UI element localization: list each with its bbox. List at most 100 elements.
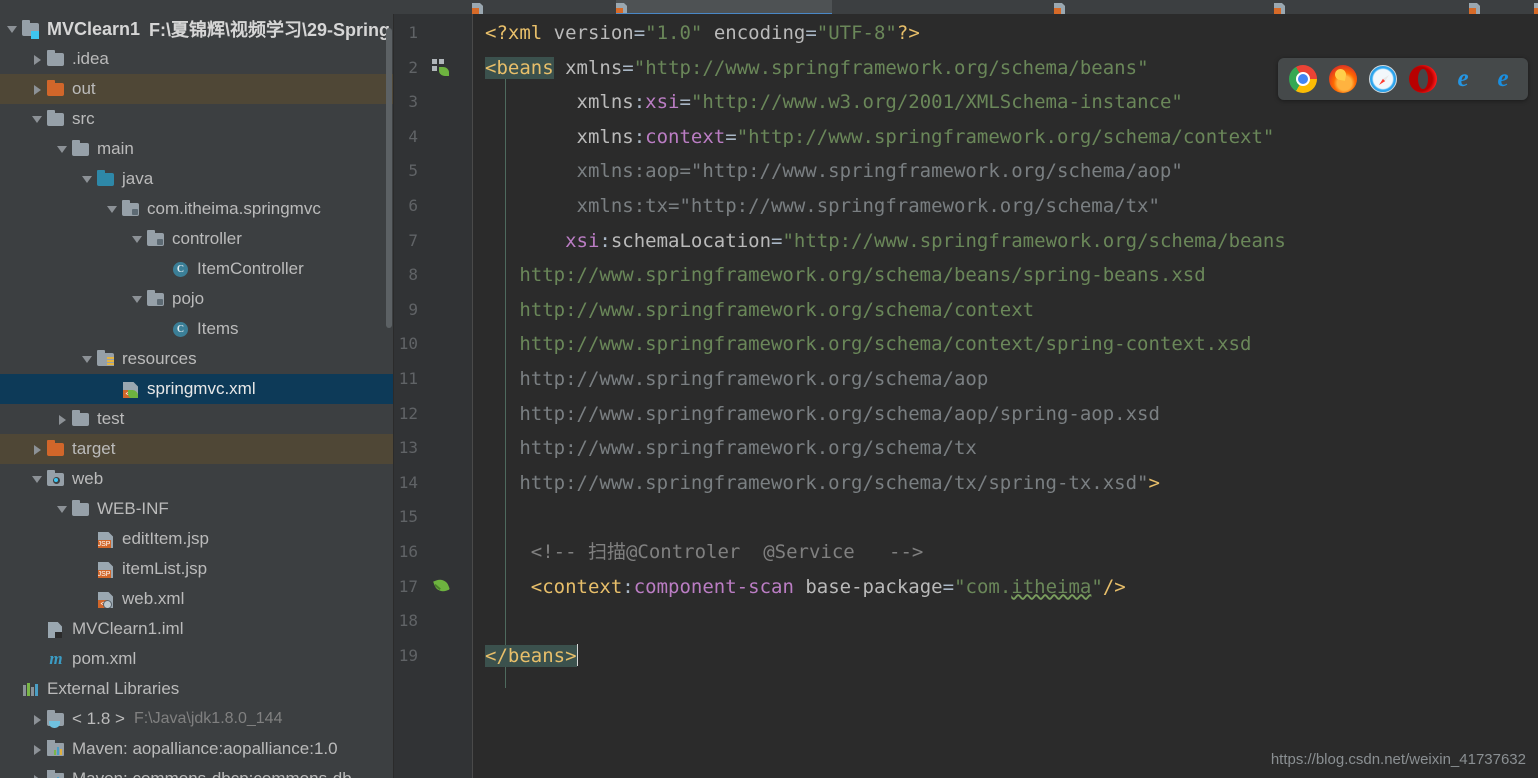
- code-token: "http://www.springframework.org/schema/b…: [782, 229, 1286, 252]
- firefox-icon: [1329, 65, 1357, 93]
- tree-item[interactable]: main: [0, 134, 393, 164]
- tree-item[interactable]: test: [0, 404, 393, 434]
- code-line[interactable]: </beans>: [473, 639, 1538, 674]
- tree-item-label: com.itheima.springmvc: [147, 199, 321, 218]
- java-class-icon: C: [172, 320, 190, 338]
- chevron-down-icon[interactable]: [81, 164, 95, 194]
- code-line[interactable]: xmlns:context="http://www.springframewor…: [473, 120, 1538, 155]
- project-tree[interactable]: MVClearn1 F:\夏锦辉\视频学习\29-Spring .idea out sr…: [0, 14, 393, 778]
- folder-icon: [47, 50, 65, 68]
- chevron-down-icon[interactable]: [131, 284, 145, 314]
- tree-item[interactable]: External Libraries: [0, 674, 393, 704]
- tree-item[interactable]: src: [0, 104, 393, 134]
- browser-launcher-bar[interactable]: ee: [1278, 58, 1528, 100]
- code-token: xsi: [565, 229, 600, 252]
- code-line[interactable]: <context:component-scan base-package="co…: [473, 570, 1538, 605]
- project-tool-window[interactable]: MVClearn1 F:\夏锦辉\视频学习\29-Spring .idea out sr…: [0, 14, 394, 778]
- tree-item[interactable]: web: [0, 464, 393, 494]
- tree-item[interactable]: target: [0, 434, 393, 464]
- chevron-down-icon[interactable]: [31, 464, 45, 494]
- editor-tab-strip[interactable]: [0, 0, 1538, 14]
- internet-explorer-icon: e: [1457, 65, 1469, 92]
- tree-item-label: Items: [197, 319, 239, 338]
- tree-item[interactable]: MVClearn1.iml: [0, 614, 393, 644]
- tree-item[interactable]: C Items: [0, 314, 393, 344]
- chevron-right-icon[interactable]: [56, 404, 70, 434]
- code-line[interactable]: [473, 500, 1538, 535]
- code-line[interactable]: xmlns:aop="http://www.springframework.or…: [473, 154, 1538, 189]
- chevron-down-icon[interactable]: [56, 494, 70, 524]
- chevron-right-icon[interactable]: [31, 44, 45, 74]
- editor-tab-1[interactable]: [616, 0, 832, 14]
- tree-item[interactable]: Maven: commons-dbcp:commons-db: [0, 764, 393, 778]
- chrome-browser-button[interactable]: [1286, 65, 1320, 93]
- editor-tab-0[interactable]: [472, 0, 512, 14]
- tree-item[interactable]: out: [0, 74, 393, 104]
- chevron-right-icon[interactable]: [31, 434, 45, 464]
- code-line[interactable]: http://www.springframework.org/schema/co…: [473, 327, 1538, 362]
- tree-item[interactable]: .idea: [0, 44, 393, 74]
- safari-icon: [1369, 65, 1397, 93]
- code-token: schemaLocation: [610, 229, 772, 252]
- tree-item[interactable]: m pom.xml: [0, 644, 393, 674]
- code-line[interactable]: http://www.springframework.org/schema/ao…: [473, 397, 1538, 432]
- tree-item[interactable]: WEB-INF: [0, 494, 393, 524]
- tree-item[interactable]: < 1.8 > F:\Java\jdk1.8.0_144: [0, 704, 393, 734]
- line-number: 7: [408, 230, 418, 250]
- code-line[interactable]: http://www.springframework.org/schema/ao…: [473, 362, 1538, 397]
- tree-item[interactable]: pojo: [0, 284, 393, 314]
- code-line[interactable]: <?xml version="1.0" encoding="UTF-8"?>: [473, 16, 1538, 51]
- chevron-down-icon[interactable]: [106, 194, 120, 224]
- edge-browser-button[interactable]: e: [1486, 65, 1520, 93]
- code-line[interactable]: <!-- 扫描@Controler @Service -->: [473, 535, 1538, 570]
- tree-item[interactable]: MVClearn1 F:\夏锦辉\视频学习\29-Spring: [0, 14, 393, 44]
- code-line[interactable]: xmlns:tx="http://www.springframework.org…: [473, 189, 1538, 224]
- tree-item[interactable]: resources: [0, 344, 393, 374]
- code-area[interactable]: <?xml version="1.0" encoding="UTF-8"?> <b…: [473, 14, 1538, 778]
- code-line[interactable]: http://www.springframework.org/schema/be…: [473, 258, 1538, 293]
- code-line[interactable]: [473, 604, 1538, 639]
- code-token: base-package: [805, 575, 943, 598]
- chrome-icon: [1289, 65, 1317, 93]
- tree-item[interactable]: controller: [0, 224, 393, 254]
- code-line[interactable]: http://www.springframework.org/schema/tx…: [473, 466, 1538, 501]
- code-line[interactable]: http://www.springframework.org/schema/tx: [473, 431, 1538, 466]
- editor-tab-2[interactable]: [1054, 0, 1094, 14]
- tree-item[interactable]: java: [0, 164, 393, 194]
- tab-strip-right[interactable]: [394, 0, 1538, 14]
- tree-item-label: MVClearn1: [47, 18, 141, 39]
- opera-browser-button[interactable]: [1406, 65, 1440, 93]
- code-line[interactable]: http://www.springframework.org/schema/co…: [473, 293, 1538, 328]
- code-token: http://www.springframework.org/schema/be…: [485, 264, 1206, 287]
- chevron-down-icon[interactable]: [6, 14, 20, 44]
- editor-tab-5[interactable]: [1534, 0, 1538, 14]
- code-line[interactable]: xsi:schemaLocation="http://www.springfra…: [473, 224, 1538, 259]
- spring-bean-small-icon[interactable]: [433, 576, 450, 594]
- spring-bean-icon[interactable]: [432, 58, 449, 76]
- tree-item-selected[interactable]: < springmvc.xml: [0, 374, 393, 404]
- editor-tab-3[interactable]: [1274, 0, 1314, 14]
- code-editor[interactable]: 1 2 3 4 5 6 7 8 9 10 11 12 13 14 15 16 17 18 19 <?xml vers…: [394, 14, 1538, 778]
- line-number: 17: [398, 576, 418, 596]
- tree-item[interactable]: C ItemController: [0, 254, 393, 284]
- editor-tab-4[interactable]: [1469, 0, 1509, 14]
- tree-item[interactable]: JSP editItem.jsp: [0, 524, 393, 554]
- chevron-down-icon[interactable]: [131, 224, 145, 254]
- class-file-icon: [1534, 3, 1538, 14]
- chevron-right-icon[interactable]: [31, 704, 45, 734]
- firefox-browser-button[interactable]: [1326, 65, 1360, 93]
- chevron-down-icon[interactable]: [31, 104, 45, 134]
- chevron-down-icon[interactable]: [56, 134, 70, 164]
- chevron-right-icon[interactable]: [31, 764, 45, 778]
- chevron-right-icon[interactable]: [31, 734, 45, 764]
- editor-gutter[interactable]: 1 2 3 4 5 6 7 8 9 10 11 12 13 14 15 16 17 18 19: [394, 14, 527, 778]
- tree-item[interactable]: JSP itemList.jsp: [0, 554, 393, 584]
- tree-item[interactable]: < web.xml: [0, 584, 393, 614]
- chevron-right-icon[interactable]: [31, 74, 45, 104]
- chevron-down-icon[interactable]: [81, 344, 95, 374]
- tree-item[interactable]: Maven: aopalliance:aopalliance:1.0: [0, 734, 393, 764]
- internet-explorer-browser-button[interactable]: e: [1446, 65, 1480, 93]
- tree-item[interactable]: com.itheima.springmvc: [0, 194, 393, 224]
- safari-browser-button[interactable]: [1366, 65, 1400, 93]
